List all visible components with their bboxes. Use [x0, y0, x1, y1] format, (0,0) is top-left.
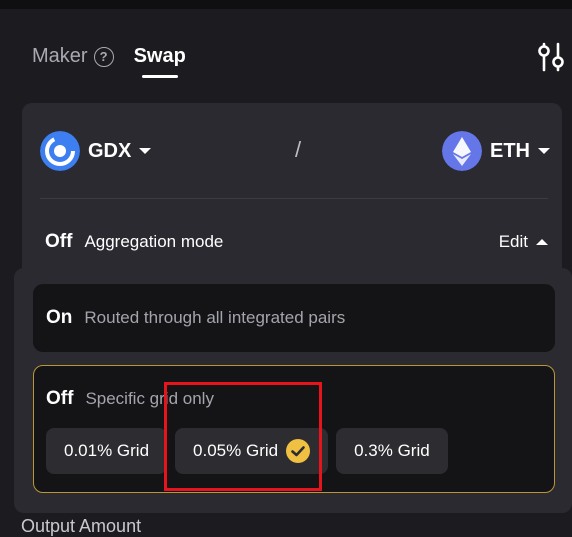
option-on-description: Routed through all integrated pairs: [84, 308, 346, 327]
tab-maker[interactable]: Maker: [32, 45, 88, 68]
chevron-up-icon: [536, 239, 548, 245]
mode-tabs: Maker ? Swap: [32, 45, 186, 78]
option-off-title: Off: [46, 388, 74, 409]
from-token-name: GDX: [88, 139, 132, 162]
chevron-down-icon: [139, 148, 152, 154]
grid-button-0-01[interactable]: 0.01% Grid: [46, 428, 168, 474]
pair-separator: /: [295, 137, 302, 162]
settings-sliders-icon[interactable]: [536, 41, 566, 73]
top-bar: [0, 0, 572, 9]
divider: [40, 198, 548, 199]
edit-aggregation-button[interactable]: Edit: [499, 232, 548, 252]
aggregation-row: Off Aggregation mode Edit: [45, 231, 548, 253]
to-token-selector[interactable]: ETH: [442, 131, 550, 171]
grid-button-0-3[interactable]: 0.3% Grid: [336, 428, 448, 474]
aggregation-label: Aggregation mode: [84, 232, 224, 251]
output-amount-label: Output Amount: [21, 516, 142, 536]
tab-swap[interactable]: Swap: [134, 45, 186, 78]
aggregation-state: Off: [45, 231, 73, 252]
gdx-logo-icon: [40, 131, 80, 171]
eth-logo-icon: [442, 131, 482, 171]
chevron-down-icon: [538, 148, 550, 154]
from-token-selector[interactable]: GDX: [40, 131, 152, 171]
option-on[interactable]: On Routed through all integrated pairs: [33, 284, 555, 352]
grid-button-label: 0.01% Grid: [64, 441, 150, 460]
edit-label: Edit: [498, 232, 528, 251]
option-on-title: On: [46, 307, 73, 328]
highlight-box: [164, 382, 322, 491]
to-token-name: ETH: [490, 139, 530, 162]
grid-button-label: 0.3% Grid: [354, 441, 430, 460]
help-icon[interactable]: ?: [93, 46, 114, 67]
